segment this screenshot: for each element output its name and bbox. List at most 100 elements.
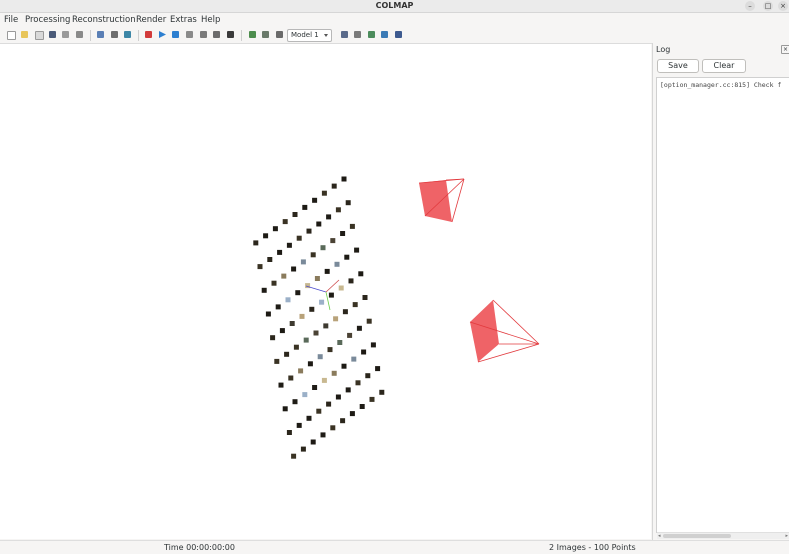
point-marker — [359, 404, 365, 409]
point-marker — [292, 212, 298, 217]
coordinate-axes — [305, 279, 340, 311]
menu-file[interactable]: File — [4, 15, 18, 26]
menu-render[interactable]: Render — [136, 15, 166, 26]
point-marker — [267, 257, 273, 262]
chevron-down-icon — [324, 34, 328, 37]
point-marker — [345, 200, 351, 206]
camera-frustum-1 — [418, 178, 465, 223]
minimize-button[interactable]: – — [745, 1, 755, 11]
point-marker — [352, 302, 358, 308]
maximize-button[interactable]: □ — [763, 1, 773, 11]
grab-movie-icon[interactable] — [276, 31, 283, 38]
window-title: COLMAP — [375, 1, 414, 10]
point-marker — [361, 349, 367, 355]
point-marker — [370, 342, 376, 348]
point-marker — [286, 430, 292, 435]
point-marker — [321, 190, 327, 196]
reconstruction-viewport[interactable] — [0, 44, 651, 539]
dense-reconstruction-icon[interactable] — [227, 31, 234, 38]
x-axis-line — [305, 285, 327, 293]
toolbar-separator — [241, 30, 242, 41]
point-marker — [298, 368, 304, 374]
save-project-icon[interactable] — [49, 31, 56, 38]
menu-help[interactable]: Help — [201, 15, 220, 26]
undistort-icon[interactable] — [381, 31, 388, 38]
step-reconstruction-icon[interactable] — [172, 31, 179, 38]
point-marker — [331, 370, 337, 376]
scroll-right-icon[interactable]: ▸ — [785, 533, 788, 539]
point-marker — [271, 280, 277, 286]
log-horizontal-scrollbar[interactable]: ◂ ▸ — [657, 532, 789, 539]
dock-close-icon[interactable]: × — [781, 45, 789, 54]
point-marker — [344, 254, 350, 260]
database-management-icon[interactable] — [124, 31, 131, 38]
model-select[interactable]: Model 1 — [287, 29, 332, 42]
title-bar: COLMAP – □ × — [0, 0, 789, 13]
point-marker — [316, 408, 322, 414]
point-marker — [277, 249, 283, 255]
point-marker — [324, 268, 330, 274]
point-marker — [306, 415, 312, 421]
point-marker — [312, 197, 318, 203]
menu-processing[interactable]: Processing — [25, 15, 70, 26]
scrollbar-thumb[interactable] — [663, 534, 731, 538]
point-marker — [351, 356, 357, 362]
point-marker — [299, 313, 305, 319]
point-marker — [257, 264, 263, 270]
point-marker — [335, 207, 341, 213]
feature-extraction-icon[interactable] — [97, 31, 104, 38]
export-model-icon[interactable] — [76, 31, 83, 38]
log-icon[interactable] — [368, 31, 375, 38]
point-marker — [321, 377, 327, 383]
point-marker — [349, 223, 355, 229]
point-marker — [356, 325, 362, 331]
point-marker — [309, 306, 315, 312]
pause-reconstruction-icon[interactable] — [186, 31, 193, 38]
point-marker — [274, 358, 280, 364]
grab-image-icon[interactable] — [262, 31, 269, 38]
point-marker — [286, 242, 292, 248]
render-options-icon[interactable] — [249, 31, 256, 38]
point-marker — [365, 373, 371, 379]
start-reconstruction-icon[interactable] — [159, 31, 166, 38]
point-marker — [284, 351, 290, 357]
log-save-button[interactable]: Save — [657, 59, 699, 73]
point-marker — [342, 309, 348, 315]
match-matrix-icon[interactable] — [354, 31, 361, 38]
point-marker — [354, 247, 360, 253]
point-marker — [326, 401, 332, 407]
point-marker — [265, 311, 271, 317]
point-marker — [358, 271, 364, 277]
point-marker — [366, 318, 372, 324]
menu-reconstruction[interactable]: Reconstruction — [72, 15, 136, 26]
point-marker — [282, 406, 288, 412]
import-model-icon[interactable] — [62, 31, 69, 38]
point-marker — [348, 278, 354, 284]
point-marker — [312, 385, 318, 390]
export-icon[interactable] — [395, 31, 402, 38]
log-output[interactable]: [option_manager.cc:815] Check f — [656, 77, 789, 533]
point-marker — [313, 330, 319, 336]
point-marker — [302, 392, 308, 398]
point-marker — [296, 235, 302, 241]
bundle-adjustment-icon[interactable] — [213, 31, 220, 38]
point-marker — [261, 287, 267, 293]
feature-matching-icon[interactable] — [111, 31, 118, 38]
close-button[interactable]: × — [778, 1, 788, 11]
point-marker — [270, 335, 276, 341]
open-project-icon[interactable] — [21, 31, 28, 38]
point-marker — [282, 219, 288, 225]
point-marker — [302, 204, 308, 210]
new-project-icon[interactable] — [7, 31, 16, 40]
reset-reconstruction-icon[interactable] — [200, 31, 207, 38]
log-clear-button[interactable]: Clear — [702, 59, 746, 73]
edit-project-icon[interactable] — [35, 31, 44, 40]
automatic-reconstruction-icon[interactable] — [145, 31, 152, 38]
point-marker — [303, 337, 309, 343]
reconstruction-stats-icon[interactable] — [341, 31, 348, 38]
point-marker — [295, 290, 301, 296]
z-axis-line — [325, 279, 340, 293]
scroll-left-icon[interactable]: ◂ — [658, 533, 661, 539]
point-marker — [320, 245, 326, 251]
menu-extras[interactable]: Extras — [170, 15, 197, 26]
